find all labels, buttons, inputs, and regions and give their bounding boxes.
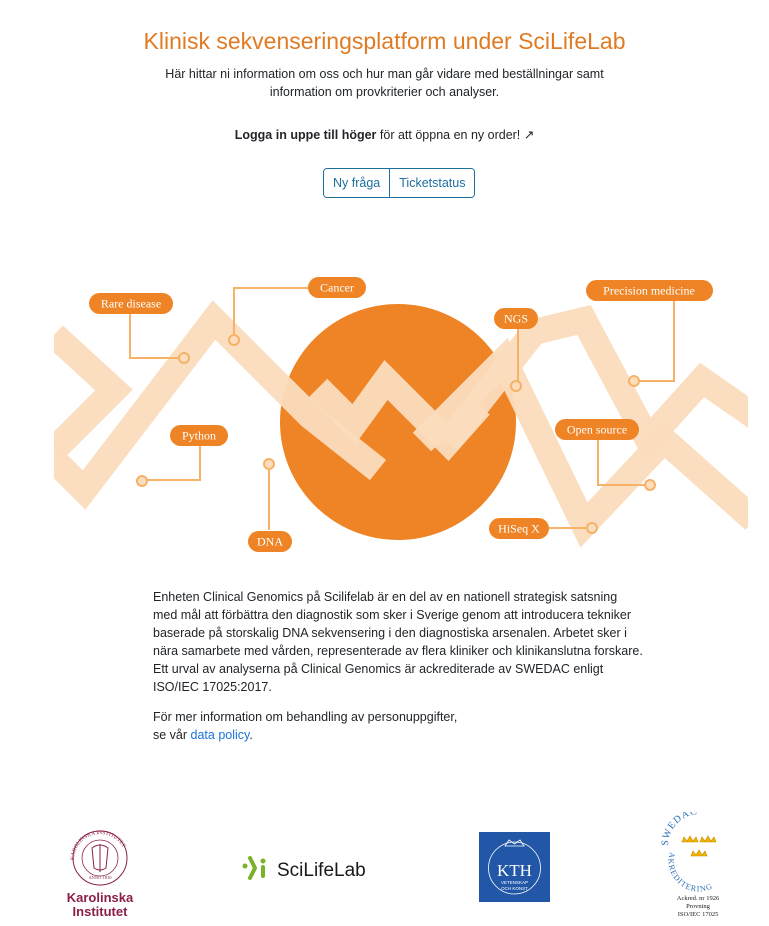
- svg-text:AKREDITERING: AKREDITERING: [667, 852, 715, 894]
- kth-logo[interactable]: KTH VETENSKAP OCH KONST: [479, 832, 550, 902]
- svg-text:Provning: Provning: [686, 903, 711, 910]
- svg-text:OCH KONST: OCH KONST: [501, 886, 528, 891]
- page-subtitle: Här hittar ni information om oss och hur…: [165, 67, 604, 99]
- ticket-status-button[interactable]: Ticketstatus: [389, 169, 475, 197]
- label-hiseq: HiSeq X: [489, 518, 549, 539]
- label-dna: DNA: [248, 531, 292, 552]
- karolinska-logo[interactable]: KAROLINSKA INSTITUTET ANNO 1810 Karolins…: [60, 822, 140, 922]
- partner-logos: KAROLINSKA INSTITUTET ANNO 1810 Karolins…: [0, 810, 769, 926]
- label-precision-medicine: Precision medicine: [586, 280, 713, 301]
- new-question-button[interactable]: Ny fråga: [324, 169, 390, 197]
- svg-text:SciLifeLab: SciLifeLab: [277, 860, 366, 881]
- zigzag-band-b: [54, 325, 133, 460]
- svg-text:Python: Python: [182, 429, 216, 443]
- label-cancer: Cancer: [308, 277, 366, 298]
- svg-text:ANNO 1810: ANNO 1810: [88, 875, 112, 880]
- login-note: Logga in uppe till höger för att öppna e…: [0, 126, 769, 144]
- svg-text:Cancer: Cancer: [320, 281, 354, 295]
- page-title: Klinisk sekvenseringsplatform under SciL…: [143, 28, 626, 54]
- policy-line-1: För mer information om behandling av per…: [153, 710, 458, 724]
- svg-text:Precision medicine: Precision medicine: [603, 284, 695, 298]
- hero-illustration: Rare disease Cancer NGS Precision medici…: [54, 240, 748, 560]
- svg-text:Karolinska: Karolinska: [67, 890, 134, 905]
- node-dot: [510, 380, 522, 392]
- node-dot: [178, 352, 190, 364]
- page: Klinisk sekvenseringsplatform under SciL…: [0, 0, 769, 926]
- node-dot: [586, 522, 598, 534]
- node-dot: [228, 334, 240, 346]
- scilifelab-dot: [242, 863, 248, 869]
- svg-text:DNA: DNA: [257, 535, 283, 549]
- svg-text:KTH: KTH: [497, 861, 532, 880]
- svg-text:Institutet: Institutet: [73, 904, 129, 919]
- about-paragraph: Enheten Clinical Genomics på Scilifelab …: [153, 590, 643, 694]
- support-button-group: Ny fråga Ticketstatus: [323, 168, 476, 198]
- label-ngs: NGS: [494, 308, 538, 329]
- label-python: Python: [170, 425, 228, 446]
- svg-text:VETENSKAP: VETENSKAP: [501, 880, 528, 885]
- svg-text:Ackred. nr 1926: Ackred. nr 1926: [677, 895, 720, 902]
- svg-text:ISO/IEC 17025: ISO/IEC 17025: [678, 911, 719, 918]
- login-note-bold: Logga in uppe till höger: [234, 128, 377, 142]
- swedac-logo[interactable]: SWEDAC AKREDITERING Ackred. nr 1926 Prov…: [656, 812, 740, 924]
- label-rare-disease: Rare disease: [89, 293, 173, 314]
- svg-text:Open source: Open source: [567, 423, 627, 437]
- policy-paragraph: För mer information om behandling av per…: [153, 708, 643, 744]
- node-dot: [628, 375, 640, 387]
- node-dot: [136, 475, 148, 487]
- svg-text:NGS: NGS: [504, 312, 528, 326]
- data-policy-link[interactable]: data policy: [191, 728, 250, 742]
- svg-text:Rare disease: Rare disease: [101, 297, 161, 311]
- scilifelab-logo[interactable]: SciLifeLab: [242, 854, 370, 884]
- policy-prefix: se vår: [153, 728, 191, 742]
- node-dot: [263, 458, 275, 470]
- policy-suffix: .: [249, 728, 253, 742]
- label-open-source: Open source: [555, 419, 639, 440]
- svg-text:HiSeq X: HiSeq X: [498, 522, 540, 536]
- login-note-rest: för att öppna en ny order! ↗: [376, 128, 535, 142]
- node-dot: [644, 479, 656, 491]
